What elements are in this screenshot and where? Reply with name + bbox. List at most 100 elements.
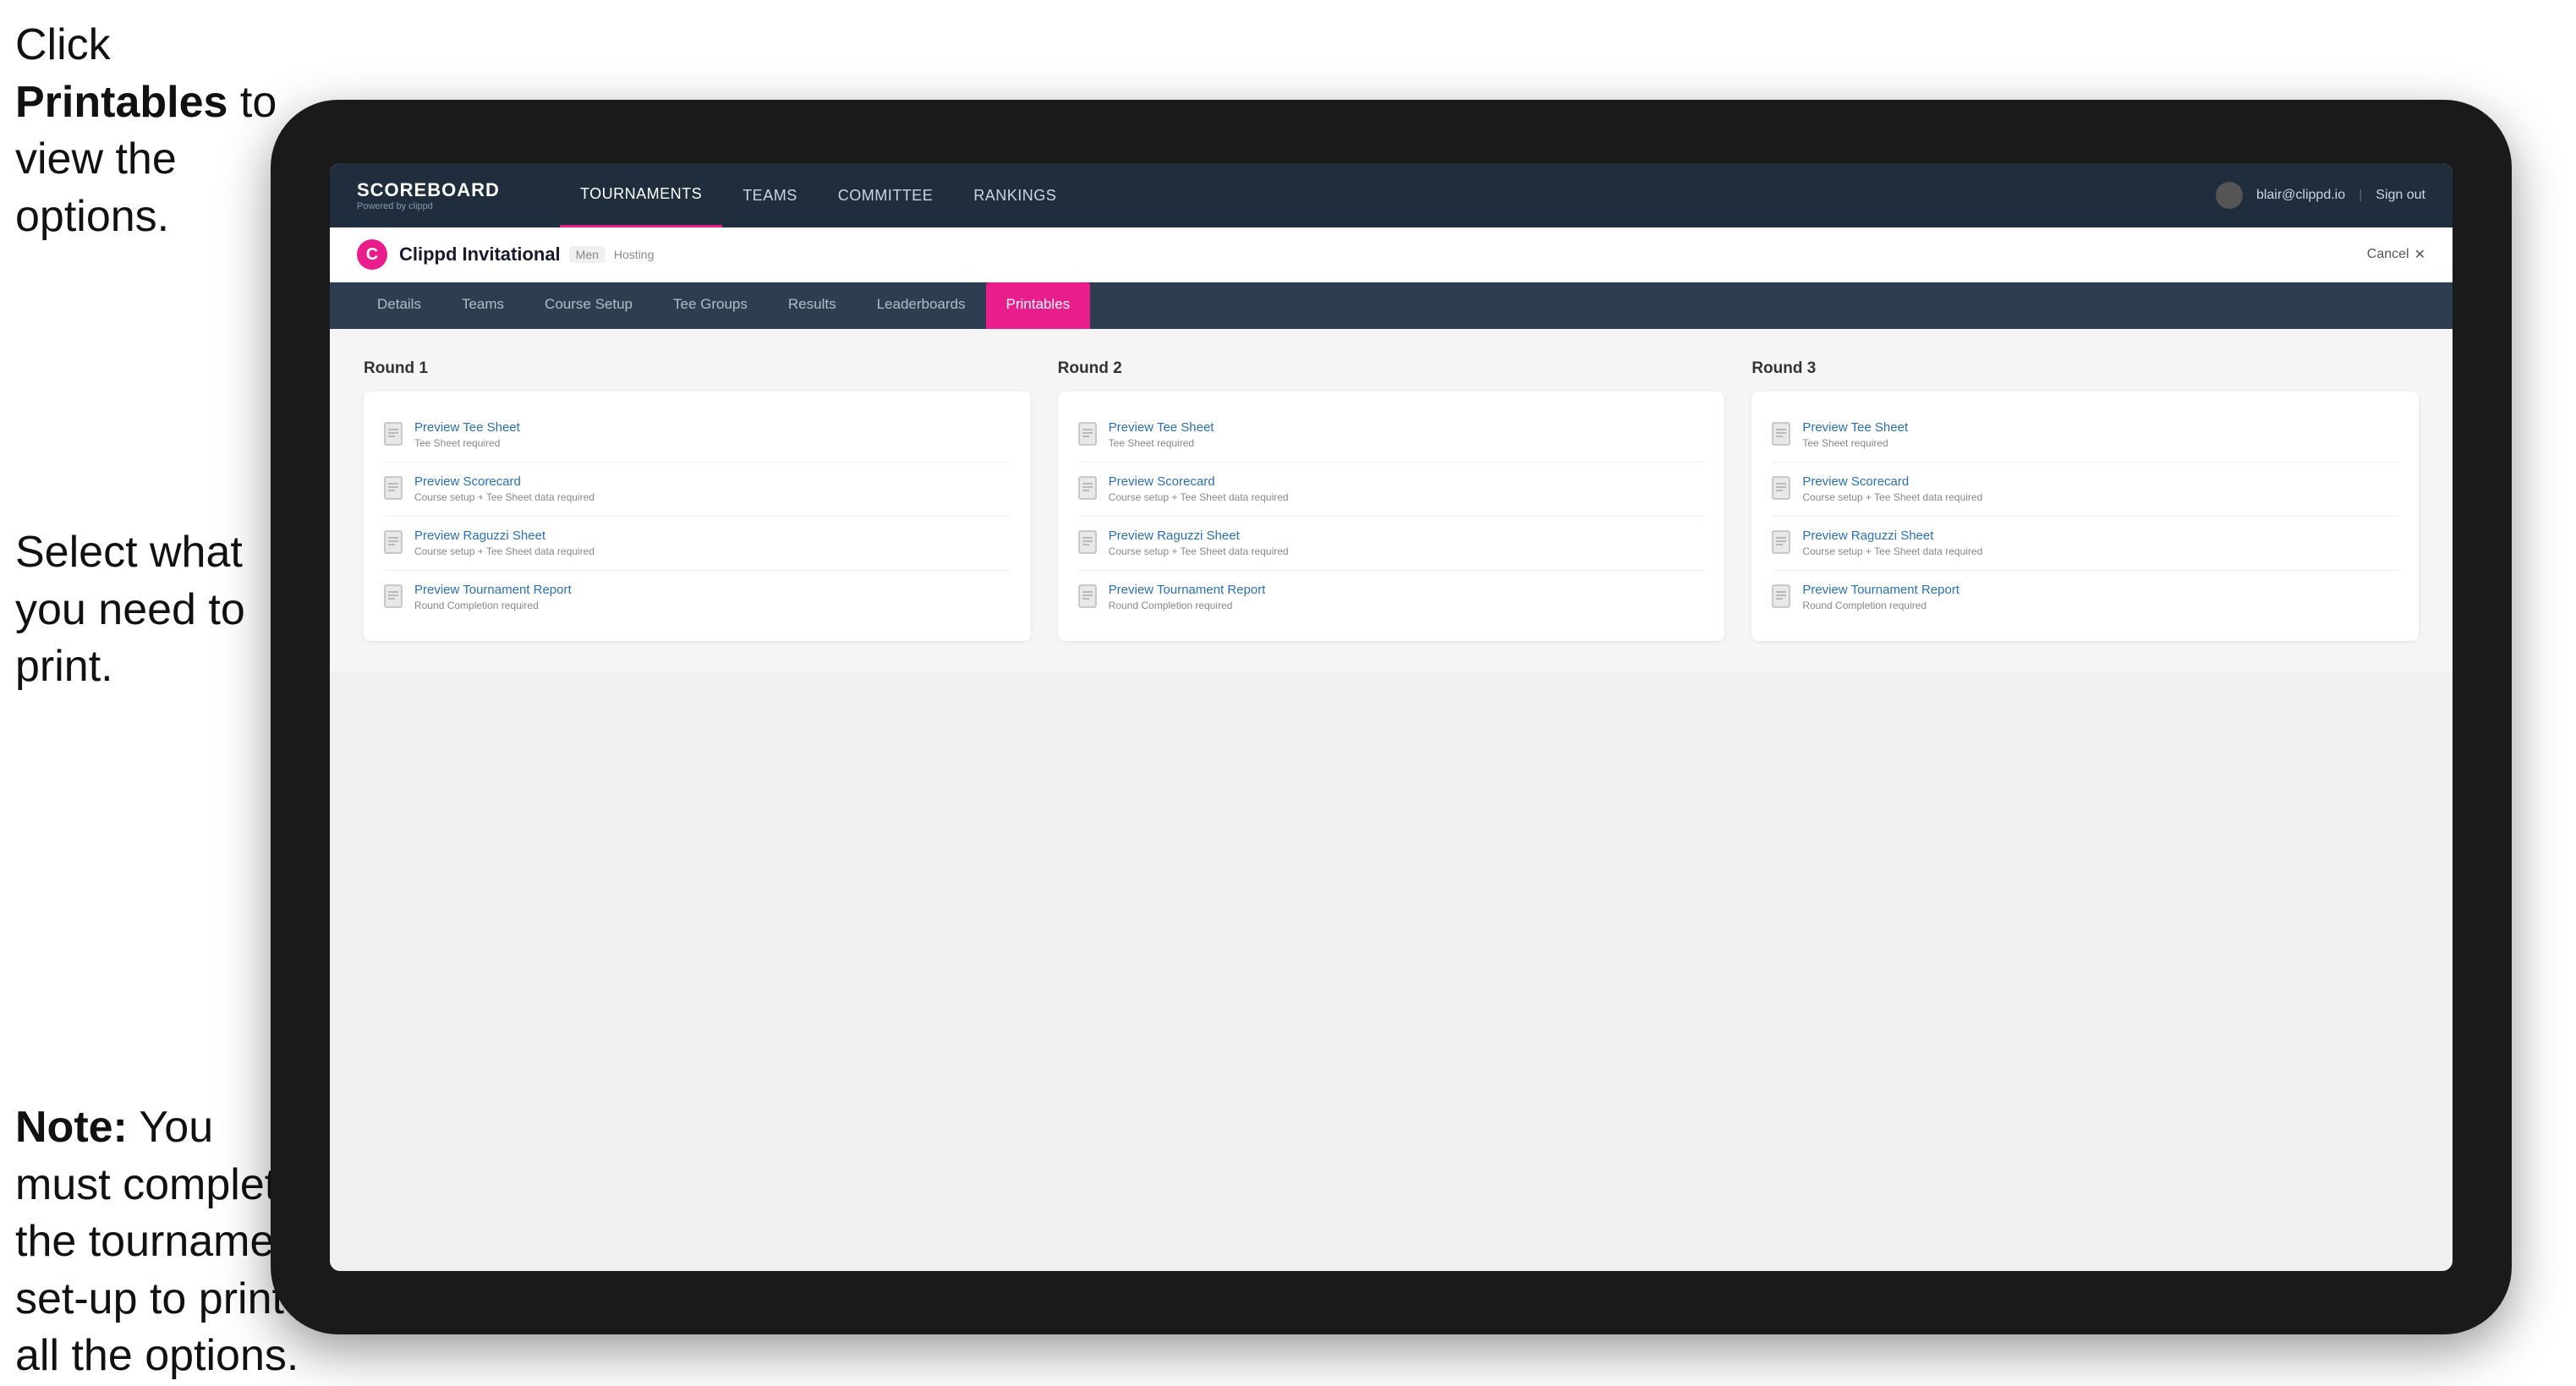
tab-teams[interactable]: Teams	[441, 282, 524, 329]
annotation-middle: Select what you need to print.	[15, 524, 303, 696]
print-item-subtitle: Course setup + Tee Sheet data required	[1109, 491, 1289, 503]
print-item-title[interactable]: Preview Tournament Report	[1802, 583, 1959, 597]
print-item-text: Preview Raguzzi Sheet Course setup + Tee …	[1109, 529, 1289, 557]
document-icon	[1772, 422, 1790, 450]
print-item-r2-1[interactable]: Preview Tee SheetTee Sheet required	[1078, 408, 1705, 463]
print-item-subtitle: Course setup + Tee Sheet data required	[1802, 491, 1982, 503]
tournament-status: Hosting	[614, 248, 654, 261]
round-card-3: Preview Tee Sheet Tee Sheet required Prev…	[1751, 392, 2419, 641]
logo-sub: Powered by clippd	[357, 201, 526, 211]
top-navigation: SCOREBOARD Powered by clippd TOURNAMENTS…	[330, 163, 2453, 227]
print-item-r1-3[interactable]: Preview Raguzzi Sheet Course setup + Tee …	[384, 517, 1011, 571]
print-item-title[interactable]: Preview Tournament Report	[414, 583, 572, 597]
print-item-subtitle: Course setup + Tee Sheet data required	[414, 545, 595, 557]
print-item-subtitle: Tee Sheet required	[1802, 437, 1908, 449]
tablet-device: SCOREBOARD Powered by clippd TOURNAMENTS…	[271, 100, 2512, 1334]
print-item-r2-2[interactable]: Preview Scorecard Course setup + Tee Shee…	[1078, 463, 1705, 517]
tab-results[interactable]: Results	[768, 282, 857, 329]
print-item-text: Preview Tee SheetTee Sheet required	[1109, 420, 1214, 449]
tournament-name: Clippd Invitational	[399, 244, 561, 266]
divider: |	[2359, 188, 2362, 203]
round-col-1: Round 1 Preview Tee SheetTee Sheet requi…	[364, 359, 1031, 641]
tournament-tag: Men	[569, 246, 606, 263]
document-icon	[384, 530, 403, 558]
print-item-text: Preview Tournament Report Round Completio…	[414, 583, 572, 611]
round-title-3: Round 3	[1751, 359, 2419, 378]
cancel-button[interactable]: Cancel ✕	[2367, 246, 2425, 263]
print-item-subtitle: Course setup + Tee Sheet data required	[1109, 545, 1289, 557]
round-col-2: Round 2 Preview Tee SheetTee Sheet requi…	[1058, 359, 1725, 641]
print-item-text: Preview Scorecard Course setup + Tee Shee…	[1802, 474, 1982, 503]
document-icon	[1078, 584, 1097, 612]
document-icon	[1078, 422, 1097, 450]
tab-tee-groups[interactable]: Tee Groups	[653, 282, 768, 329]
print-item-r1-2[interactable]: Preview Scorecard Course setup + Tee Shee…	[384, 463, 1011, 517]
nav-tournaments[interactable]: TOURNAMENTS	[560, 163, 722, 227]
print-item-text: Preview Scorecard Course setup + Tee Shee…	[1109, 474, 1289, 503]
print-item-text: Preview Tee Sheet Tee Sheet required	[1802, 420, 1908, 449]
print-item-title[interactable]: Preview Scorecard	[414, 474, 595, 489]
print-item-title[interactable]: Preview Raguzzi Sheet	[1109, 529, 1289, 543]
round-title-2: Round 2	[1058, 359, 1725, 378]
document-icon	[1772, 530, 1790, 558]
user-avatar	[2216, 182, 2243, 209]
annotation-bottom-bold: Note:	[15, 1103, 128, 1152]
print-item-text: Preview Tournament Report Round Completio…	[1109, 583, 1266, 611]
print-item-r3-2[interactable]: Preview Scorecard Course setup + Tee Shee…	[1772, 463, 2398, 517]
nav-committee[interactable]: COMMITTEE	[818, 163, 954, 227]
print-item-title[interactable]: Preview Tee Sheet	[414, 420, 520, 435]
document-icon	[1772, 584, 1790, 612]
nav-rankings[interactable]: RANKINGS	[953, 163, 1077, 227]
print-item-r3-1[interactable]: Preview Tee Sheet Tee Sheet required	[1772, 408, 2398, 463]
print-item-text: Preview Tournament Report Round Completio…	[1802, 583, 1959, 611]
print-item-subtitle: Round Completion required	[1109, 600, 1266, 611]
print-item-r2-3[interactable]: Preview Raguzzi Sheet Course setup + Tee …	[1078, 517, 1705, 571]
print-item-text: Preview Raguzzi Sheet Course setup + Tee …	[1802, 529, 1982, 557]
print-item-text: Preview Raguzzi Sheet Course setup + Tee …	[414, 529, 595, 557]
logo-area: SCOREBOARD Powered by clippd	[357, 179, 526, 211]
tournament-logo: C	[357, 239, 387, 270]
print-item-r3-4[interactable]: Preview Tournament Report Round Completio…	[1772, 571, 2398, 624]
close-icon: ✕	[2414, 246, 2425, 263]
print-item-subtitle: Course setup + Tee Sheet data required	[1802, 545, 1982, 557]
print-item-title[interactable]: Preview Tee Sheet	[1109, 420, 1214, 435]
tab-details[interactable]: Details	[357, 282, 441, 329]
print-item-subtitle: Course setup + Tee Sheet data required	[414, 491, 595, 503]
print-item-title[interactable]: Preview Raguzzi Sheet	[1802, 529, 1982, 543]
tab-printables[interactable]: Printables	[986, 282, 1091, 329]
tab-course-setup[interactable]: Course Setup	[524, 282, 653, 329]
print-item-title[interactable]: Preview Scorecard	[1109, 474, 1289, 489]
main-content: Round 1 Preview Tee Sheet Tee Sheet requi…	[330, 329, 2453, 671]
nav-teams[interactable]: TEAMS	[722, 163, 818, 227]
tournament-header: C Clippd Invitational Men Hosting Cancel…	[330, 227, 2453, 282]
document-icon	[384, 422, 403, 450]
print-item-r3-3[interactable]: Preview Raguzzi Sheet Course setup + Tee …	[1772, 517, 2398, 571]
round-card-2: Preview Tee SheetTee Sheet required Prev…	[1058, 392, 1725, 641]
tab-leaderboards[interactable]: Leaderboards	[857, 282, 986, 329]
print-item-text: Preview Scorecard Course setup + Tee Shee…	[414, 474, 595, 503]
print-item-title[interactable]: Preview Scorecard	[1802, 474, 1982, 489]
document-icon	[384, 476, 403, 504]
round-card-1: Preview Tee SheetTee Sheet required Prev…	[364, 392, 1031, 641]
round-col-3: Round 3 Preview Tee Sheet Tee Sheet requi…	[1751, 359, 2419, 641]
print-item-text: Preview Tee SheetTee Sheet required	[414, 420, 520, 449]
sub-navigation: Details Teams Course Setup Tee Groups Re…	[330, 282, 2453, 329]
round-title-1: Round 1	[364, 359, 1031, 378]
document-icon	[1078, 476, 1097, 504]
print-item-title[interactable]: Preview Raguzzi Sheet	[414, 529, 595, 543]
user-email: blair@clippd.io	[2256, 188, 2345, 203]
print-item-r1-4[interactable]: Preview Tournament Report Round Completio…	[384, 571, 1011, 624]
sign-out-link[interactable]: Sign out	[2376, 188, 2425, 203]
print-item-title[interactable]: Preview Tournament Report	[1109, 583, 1266, 597]
print-item-title[interactable]: Preview Tee Sheet	[1802, 420, 1908, 435]
rounds-grid: Round 1 Preview Tee Sheet Tee Sheet requi…	[364, 359, 2419, 641]
top-nav-links: TOURNAMENTS TEAMS COMMITTEE RANKINGS	[560, 163, 2216, 227]
document-icon	[1772, 476, 1790, 504]
print-item-r2-4[interactable]: Preview Tournament Report Round Completio…	[1078, 571, 1705, 624]
print-item-r1-1[interactable]: Preview Tee SheetTee Sheet required	[384, 408, 1011, 463]
annotation-top-bold: Printables	[15, 78, 227, 127]
document-icon	[384, 584, 403, 612]
print-item-subtitle: Round Completion required	[1802, 600, 1959, 611]
document-icon	[1078, 530, 1097, 558]
print-item-subtitle: Round Completion required	[414, 600, 572, 611]
